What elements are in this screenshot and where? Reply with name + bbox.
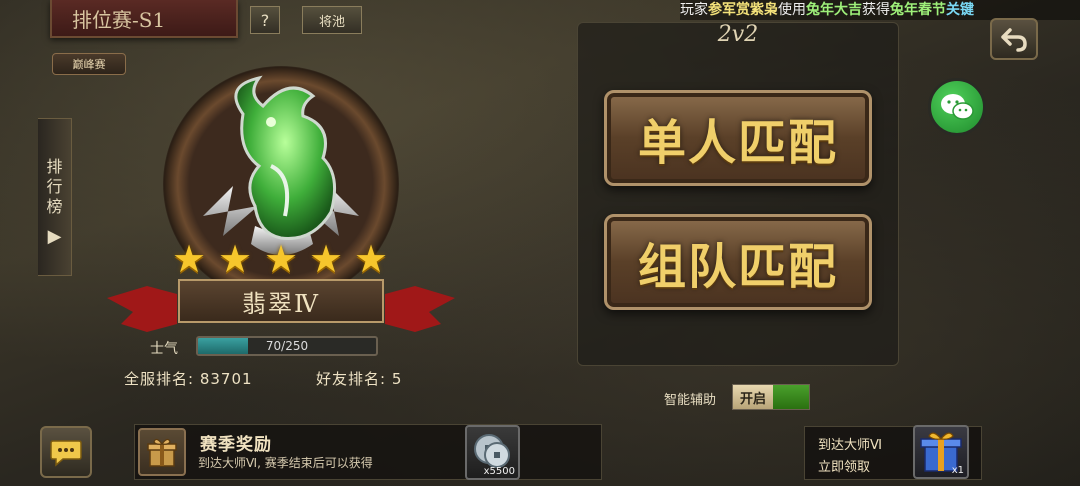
morale-label: 士气 [150, 341, 178, 357]
marquee-text: 玩家 [680, 2, 708, 18]
ranked-season-tab[interactable]: 排位赛-S1 [50, 0, 238, 38]
friend-rank: 好友排名: 5 [316, 370, 403, 388]
leaderboard-label: 排 [46, 157, 63, 176]
marquee-text: 使用 [778, 2, 806, 18]
master-gift-item[interactable]: x1 [913, 425, 969, 479]
marquee-text: 获得 [862, 2, 890, 18]
season-reward-title: 赛季奖励 [200, 435, 272, 455]
morale-progress-bar: 70/250 [196, 336, 378, 356]
rank-star: ★ [263, 237, 299, 281]
chat-button[interactable] [40, 426, 92, 478]
rank-star: ★ [308, 237, 344, 281]
coin-reward-item[interactable]: x5500 [465, 425, 520, 480]
smart-assist-toggle[interactable]: 开启 [732, 384, 810, 410]
marquee-prize: 兔年春节 [890, 2, 946, 18]
coin-quantity: x5500 [483, 466, 515, 477]
back-button[interactable] [990, 18, 1038, 60]
wechat-share-button[interactable] [928, 78, 986, 136]
assist-state: 开启 [733, 385, 773, 409]
reward-pool-button[interactable]: 将池 [302, 6, 362, 34]
solo-match-button[interactable]: 单人匹配 [604, 90, 872, 186]
server-rank: 全服排名: 83701 [124, 370, 253, 388]
claim-now-label[interactable]: 立即领取 [818, 456, 870, 475]
team-match-button[interactable]: 组队匹配 [604, 214, 872, 310]
match-mode-panel [577, 22, 899, 366]
help-button[interactable]: ? [250, 6, 280, 34]
mode-title: 2v2 [717, 22, 759, 47]
peak-match-badge[interactable]: 巅峰赛 [52, 53, 126, 75]
marquee-item: 兔年大吉 [806, 2, 862, 18]
morale-value: 70/250 [265, 339, 309, 353]
marquee-text: 关键 [946, 2, 974, 18]
leaderboard-tab[interactable]: 排 行 榜 ▶ [38, 118, 72, 276]
marquee-player: 参军赏紫枭 [708, 2, 778, 18]
master-reward-title: 到达大师Ⅵ [818, 438, 882, 453]
smart-assist-label: 智能辅助 [664, 393, 717, 408]
rank-star: ★ [353, 237, 389, 281]
season-reward-button[interactable] [138, 428, 186, 476]
toggle-indicator [773, 385, 809, 409]
gift-box-icon [147, 438, 177, 467]
rank-star: ★ [217, 237, 253, 281]
announcement-marquee: 玩家参军赏紫枭使用兔年大吉获得兔年春节关键 [680, 0, 1080, 20]
chat-bubble-icon [50, 440, 82, 467]
rank-tier-label: 翡翠Ⅳ [178, 279, 384, 323]
back-arrow-icon [1001, 28, 1027, 52]
gift-quantity: x1 [951, 465, 964, 476]
leaderboard-label: 行 [46, 177, 63, 196]
rank-star: ★ [171, 237, 207, 281]
wechat-icon [941, 94, 974, 120]
season-reward-desc: 到达大师Ⅵ, 赛季结束后可以获得 [198, 456, 373, 470]
expand-arrow-icon: ▶ [47, 226, 62, 247]
leaderboard-label: 榜 [46, 197, 63, 216]
